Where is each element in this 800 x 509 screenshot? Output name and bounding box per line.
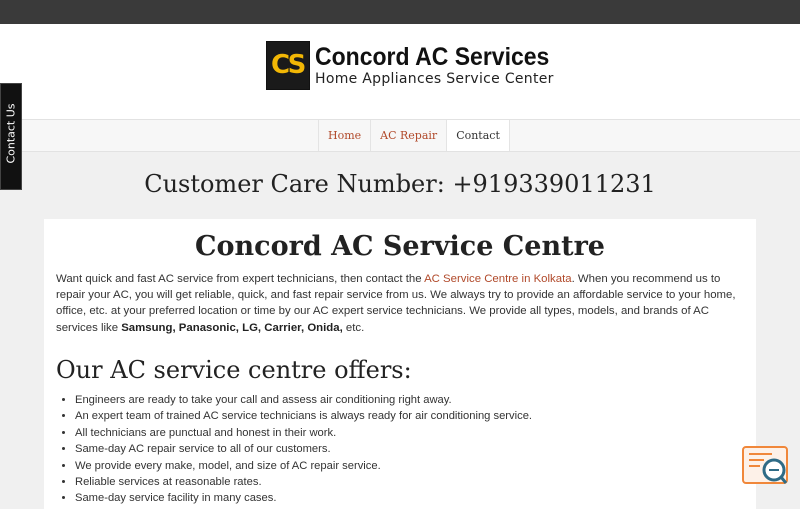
intro-text-3: etc. <box>342 321 365 334</box>
offers-list: Engineers are ready to take your call an… <box>63 392 532 507</box>
content-card: Concord AC Service Centre Want quick and… <box>44 219 756 509</box>
list-item: Same-day service facility in many cases. <box>75 490 532 506</box>
site-subtitle: Home Appliances Service Center <box>315 71 554 87</box>
nav-item-contact[interactable]: Contact <box>446 120 510 151</box>
nav-menu: Home AC Repair Contact <box>318 120 510 151</box>
ac-service-centre-link[interactable]: AC Service Centre in Kolkata <box>424 273 572 285</box>
intro-text-1: Want quick and fast AC service from expe… <box>56 273 425 285</box>
nav-item-ac-repair[interactable]: AC Repair <box>370 120 446 151</box>
logo-mark-text: CS <box>271 50 306 80</box>
list-item: Same-day AC repair service to all of our… <box>75 441 532 457</box>
top-bar <box>0 0 800 24</box>
nav-item-home[interactable]: Home <box>318 120 370 151</box>
list-item: An expert team of trained AC service tec… <box>75 408 532 424</box>
page-title: Concord AC Service Centre <box>195 231 605 262</box>
list-item: Reliable services at reasonable rates. <box>75 474 532 490</box>
brand-names: Samsung, Panasonic, LG, Carrier, Onida, <box>121 321 343 334</box>
list-item: We provide every make, model, and size o… <box>75 458 532 474</box>
site-logo[interactable]: CS Concord AC Services Home Appliances S… <box>266 41 553 91</box>
customer-care-number: Customer Care Number: +919339011231 <box>144 170 656 198</box>
intro-paragraph: Want quick and fast AC service from expe… <box>56 271 746 336</box>
site-title: Concord AC Services <box>315 43 550 71</box>
main-navigation: Home AC Repair Contact <box>0 119 800 152</box>
list-item: Engineers are ready to take your call an… <box>75 392 532 408</box>
list-item: All technicians are punctual and honest … <box>75 425 532 441</box>
chat-search-widget[interactable] <box>742 446 788 486</box>
chat-search-icon <box>742 446 788 484</box>
logo-mark: CS <box>266 41 310 90</box>
side-tab-label: Contact Us <box>4 103 18 164</box>
offers-heading: Our AC service centre offers: <box>56 356 412 384</box>
